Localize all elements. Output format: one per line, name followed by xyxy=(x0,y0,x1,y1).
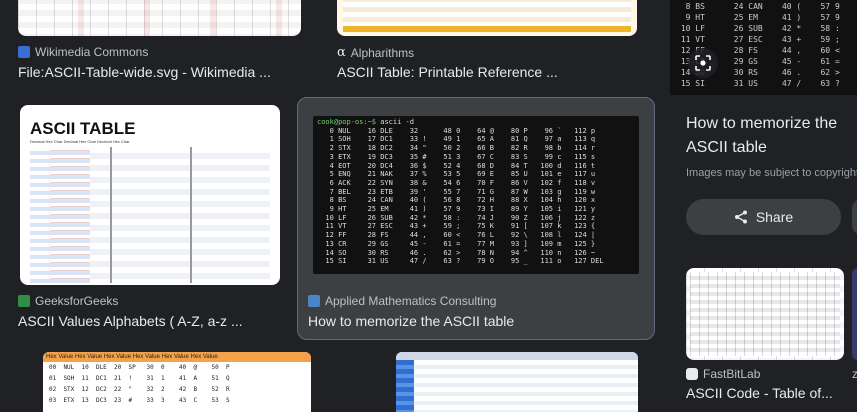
terminal-command: ascii -d xyxy=(376,118,414,126)
result-source-applied-math: Applied Mathematics Consulting xyxy=(308,294,496,308)
terminal-thumbnail[interactable]: cook@pop-os:~$ ascii -d 0 NUL 16 DLE 32 … xyxy=(313,116,639,274)
result-title-applied-math[interactable]: How to memorize the ASCII table xyxy=(308,313,648,329)
lens-search-icon[interactable] xyxy=(688,48,718,78)
share-icon xyxy=(734,210,747,224)
result-thumb-ctrl-table[interactable] xyxy=(396,352,638,412)
preview-title[interactable]: How to memorize the ASCII table xyxy=(686,112,857,160)
result-source-wikimedia: Wikimedia Commons xyxy=(18,45,148,59)
related-source-partial: z xyxy=(852,367,857,381)
result-thumb-alpharithms[interactable] xyxy=(337,0,637,36)
preview-image[interactable]: 8 BS 24 CAN 40 ( 57 9 9 HT 25 EM 41 ) 57… xyxy=(670,0,857,95)
share-label: Share xyxy=(755,209,794,225)
result-source-geeksforgeeks: GeeksforGeeks xyxy=(18,294,118,308)
source-label: FastBitLab xyxy=(703,367,761,381)
related-source-fastbitlab: FastBitLab xyxy=(686,367,760,381)
related-thumb-fastbitlab[interactable] xyxy=(686,268,844,360)
source-label: Wikimedia Commons xyxy=(35,45,149,59)
result-title-wikimedia[interactable]: File:ASCII-Table-wide.svg - Wikimedia ..… xyxy=(18,64,301,80)
hex-table-header: Hex Value Hex Value Hex Value Hex Value … xyxy=(43,352,311,362)
share-button[interactable]: Share xyxy=(686,199,841,235)
applied-math-favicon-icon xyxy=(308,295,320,307)
result-source-alpharithms: α Alpharithms xyxy=(337,45,414,60)
related-thumb-partial[interactable] xyxy=(852,268,857,360)
terminal-lines: 0 NUL 16 DLE 32 48 0 64 @ 80 P 96 ` 112 … xyxy=(325,126,604,266)
result-thumb-geeksforgeeks[interactable]: ASCII TABLE Decimal Hex Char Decimal Hex… xyxy=(20,105,280,285)
terminal-output: cook@pop-os:~$ ascii -d 0 NUL 16 DLE 32 … xyxy=(313,116,639,268)
source-label: Alpharithms xyxy=(350,45,415,60)
result-title-alpharithms[interactable]: ASCII Table: Printable Reference ... xyxy=(337,64,637,80)
ascii-table-heading: ASCII TABLE xyxy=(30,119,136,138)
copyright-note: Images may be subject to copyright. xyxy=(686,167,857,179)
source-label: GeeksforGeeks xyxy=(35,294,119,308)
thumb-table-header: Decimal Hex Char Decimal Hex Char Decima… xyxy=(30,139,130,144)
related-title-fastbitlab[interactable]: ASCII Code - Table of... xyxy=(686,385,846,401)
source-label: z xyxy=(852,367,857,381)
hex-table-rows: 00 NUL 10 DLE 20 SP 30 0 40 @ 50 P 01 SO… xyxy=(49,364,230,404)
wikimedia-favicon-icon xyxy=(18,46,30,58)
terminal-prompt: cook@pop-os:~$ xyxy=(317,118,377,126)
result-thumb-wikimedia[interactable] xyxy=(18,0,301,36)
fastbitlab-favicon-icon xyxy=(686,368,698,380)
more-button-partial[interactable] xyxy=(852,199,857,235)
alpharithms-favicon-icon: α xyxy=(337,45,346,60)
result-thumb-hex-table[interactable]: Hex Value Hex Value Hex Value Hex Value … xyxy=(43,352,311,412)
source-label: Applied Mathematics Consulting xyxy=(325,294,497,308)
result-title-geeksforgeeks[interactable]: ASCII Values Alphabets ( A-Z, a-z ... xyxy=(18,313,288,329)
geeksforgeeks-favicon-icon xyxy=(18,295,30,307)
